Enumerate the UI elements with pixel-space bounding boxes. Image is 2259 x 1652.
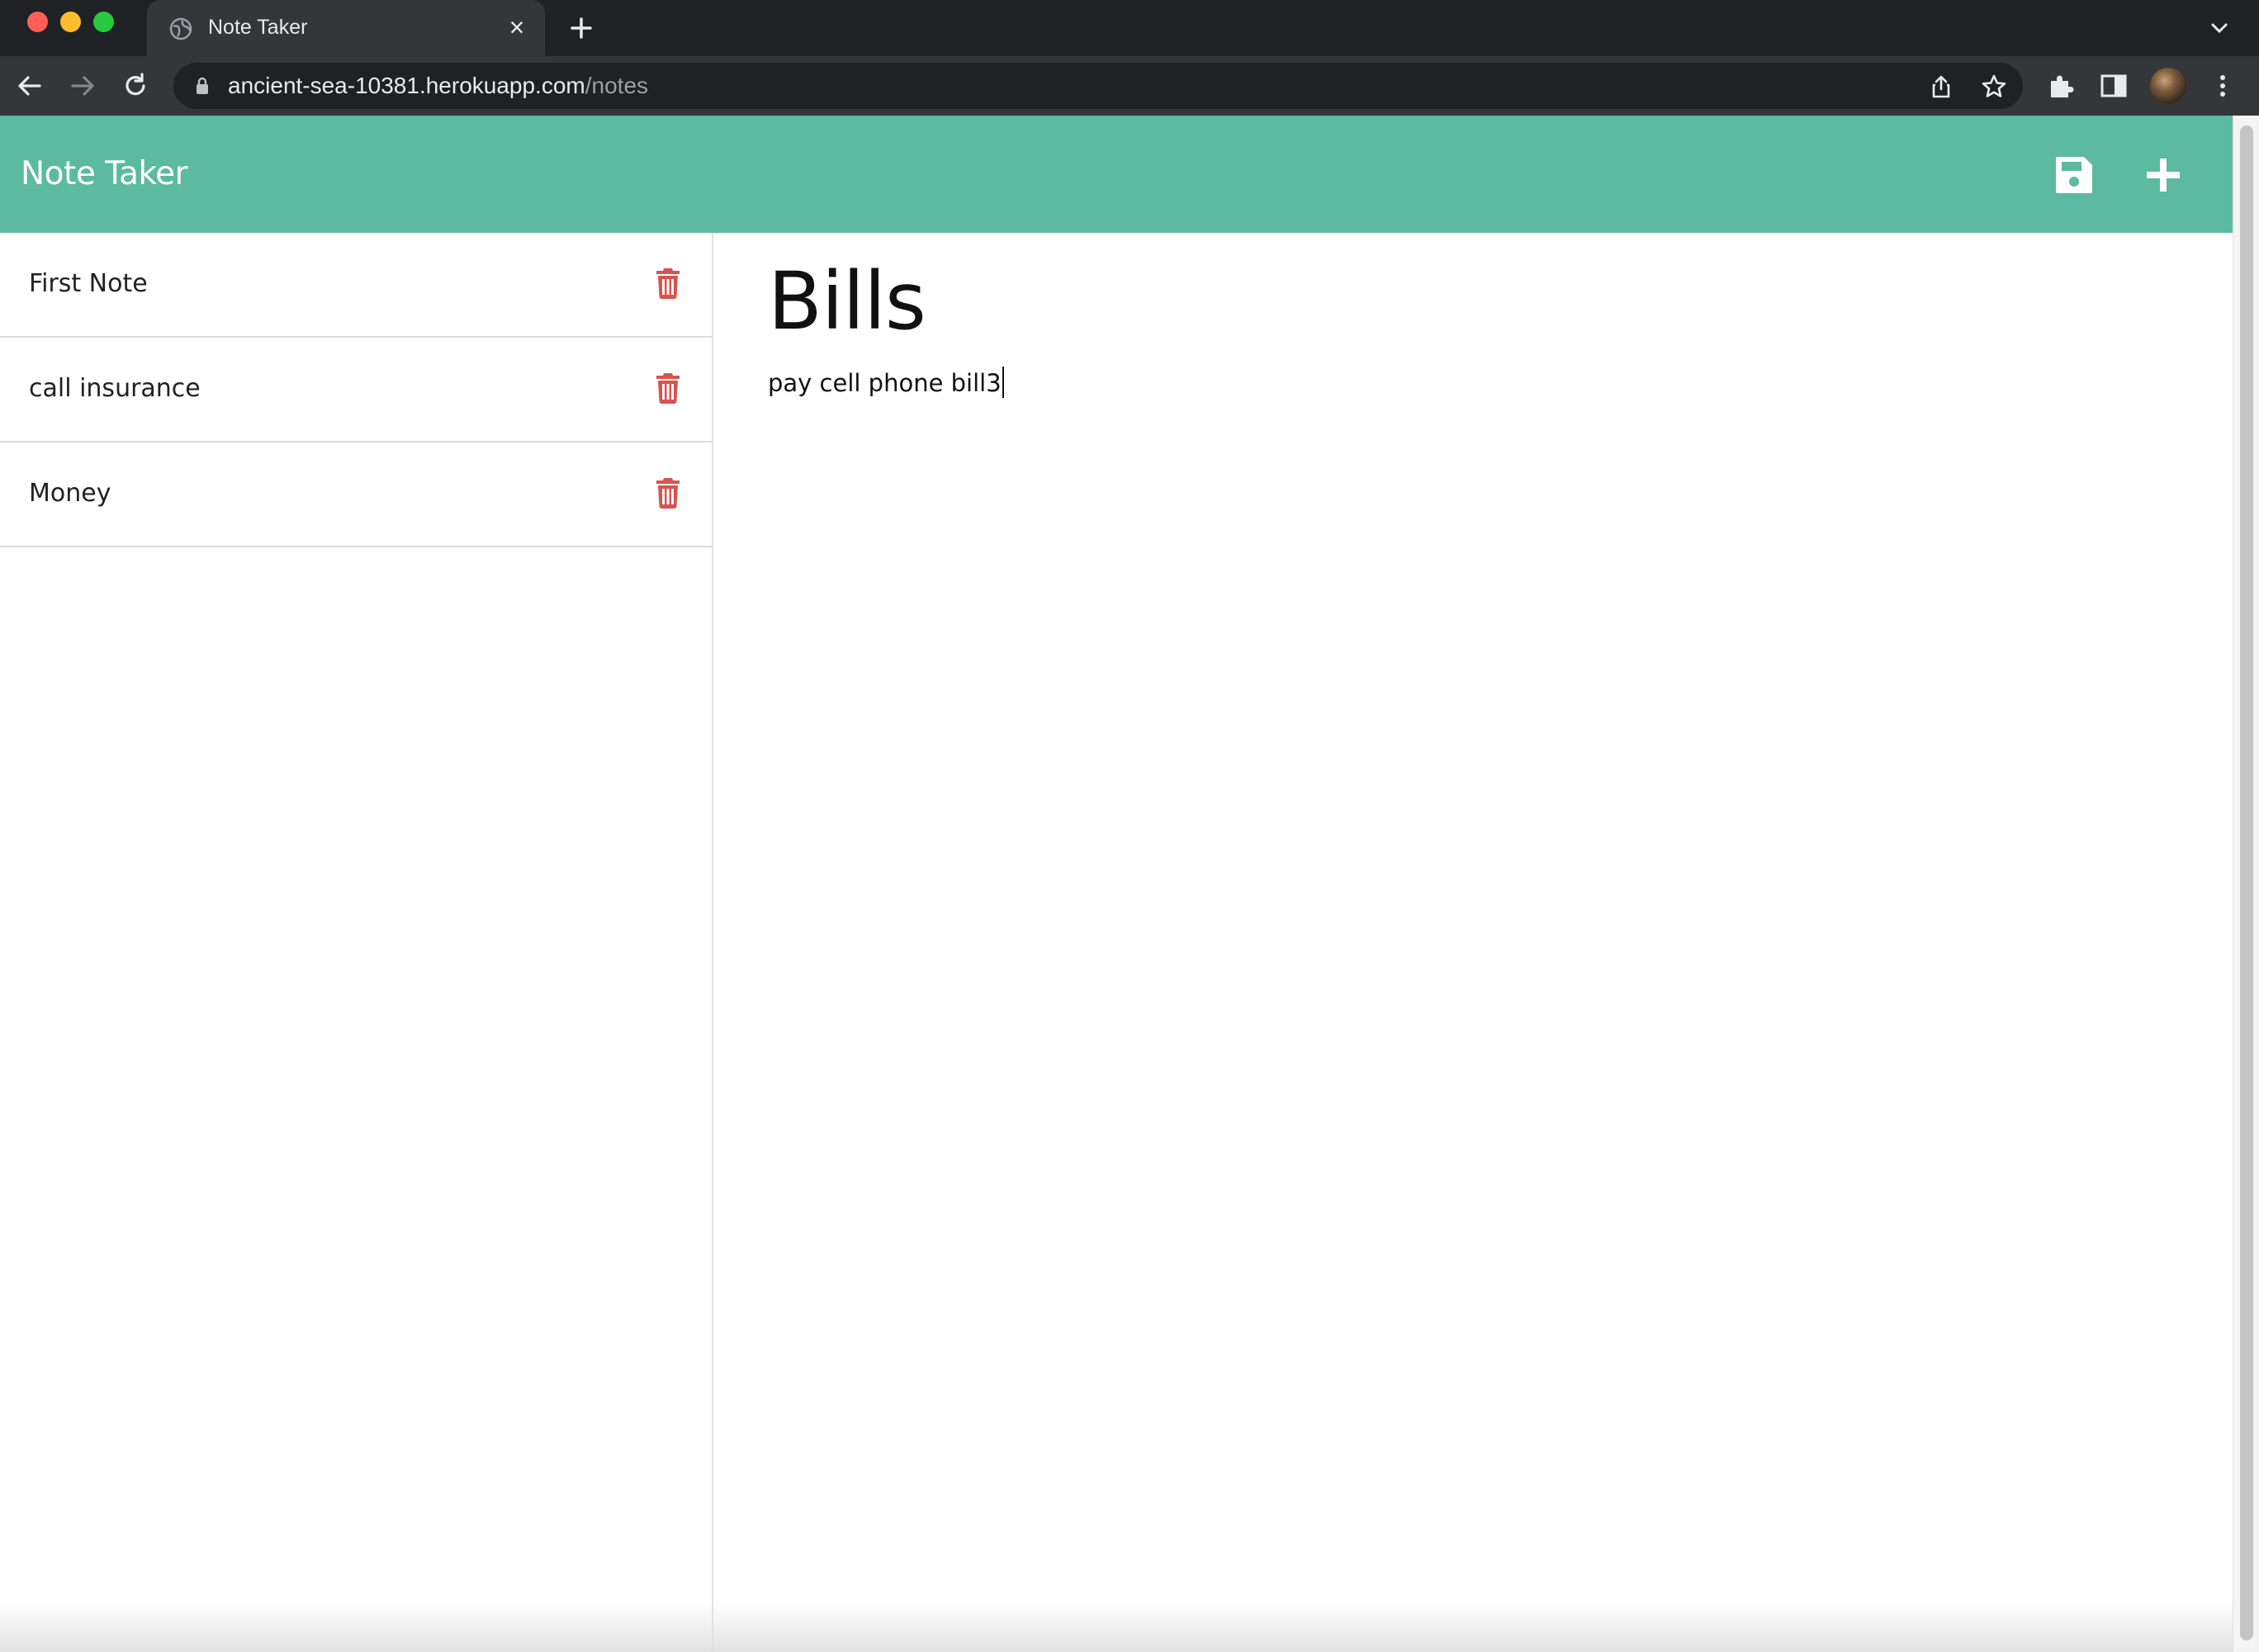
bookmark-star-icon[interactable] [1980,73,2008,101]
app-brand[interactable]: Note Taker [21,155,188,193]
browser-tab-active[interactable]: Note Taker × [147,0,545,56]
forward-arrow-icon[interactable] [66,69,99,102]
side-panel-icon[interactable] [2099,71,2129,101]
page-scrollbar[interactable] [2233,116,2259,1652]
note-list-title[interactable]: First Note [29,266,148,302]
new-note-plus-icon[interactable] [2140,152,2186,198]
trash-icon[interactable] [655,476,681,509]
extensions-puzzle-icon[interactable] [2046,71,2076,101]
new-tab-plus-icon[interactable] [565,12,598,45]
url-text: ancient-sea-10381.herokuapp.com/notes [228,73,648,98]
list-item-note[interactable]: Money [0,443,713,547]
save-note-icon[interactable] [2051,152,2097,198]
globe-icon [169,17,192,40]
lock-icon[interactable] [195,77,210,95]
reload-icon[interactable] [119,69,152,102]
note-title-input[interactable]: Bills [768,256,926,347]
url-host: ancient-sea-10381.herokuapp.com [228,73,585,98]
url-path: /notes [585,73,649,98]
kebab-menu-icon[interactable] [2208,71,2238,101]
app-navbar: Note Taker [0,116,2233,233]
back-arrow-icon[interactable] [13,69,46,102]
trash-icon[interactable] [655,266,681,299]
tab-title: Note Taker [208,16,308,39]
profile-avatar[interactable] [2150,68,2186,104]
note-list-title[interactable]: call insurance [29,371,201,407]
tab-close-icon[interactable]: × [504,14,530,40]
text-caret [1002,367,1004,398]
note-editor: Bills pay cell phone bill3 [715,233,2233,1652]
note-list-title[interactable]: Money [29,476,111,512]
list-item-note[interactable]: First Note [0,233,713,338]
note-textarea[interactable]: pay cell phone bill3 [768,367,1004,400]
tab-search-chevron-icon[interactable] [2203,15,2236,41]
notes-list: First Note call insurance Money [0,233,713,1652]
share-icon[interactable] [1927,73,1955,101]
trash-icon[interactable] [655,371,681,404]
window-minimize-button[interactable] [60,12,81,32]
address-bar[interactable]: ancient-sea-10381.herokuapp.com/notes [173,63,2023,109]
browser-toolbar: ancient-sea-10381.herokuapp.com/notes [0,56,2259,116]
scrollbar-thumb[interactable] [2240,125,2253,1640]
note-text: pay cell phone bill3 [768,369,1002,397]
window-zoom-button[interactable] [93,12,114,32]
browser-tab-strip: Note Taker × [0,0,2259,56]
window-close-button[interactable] [27,12,48,32]
list-item-note[interactable]: call insurance [0,338,713,443]
bottom-fade [0,1602,2233,1652]
page-viewport: Note Taker First Note call insurance Mon… [0,116,2259,1652]
